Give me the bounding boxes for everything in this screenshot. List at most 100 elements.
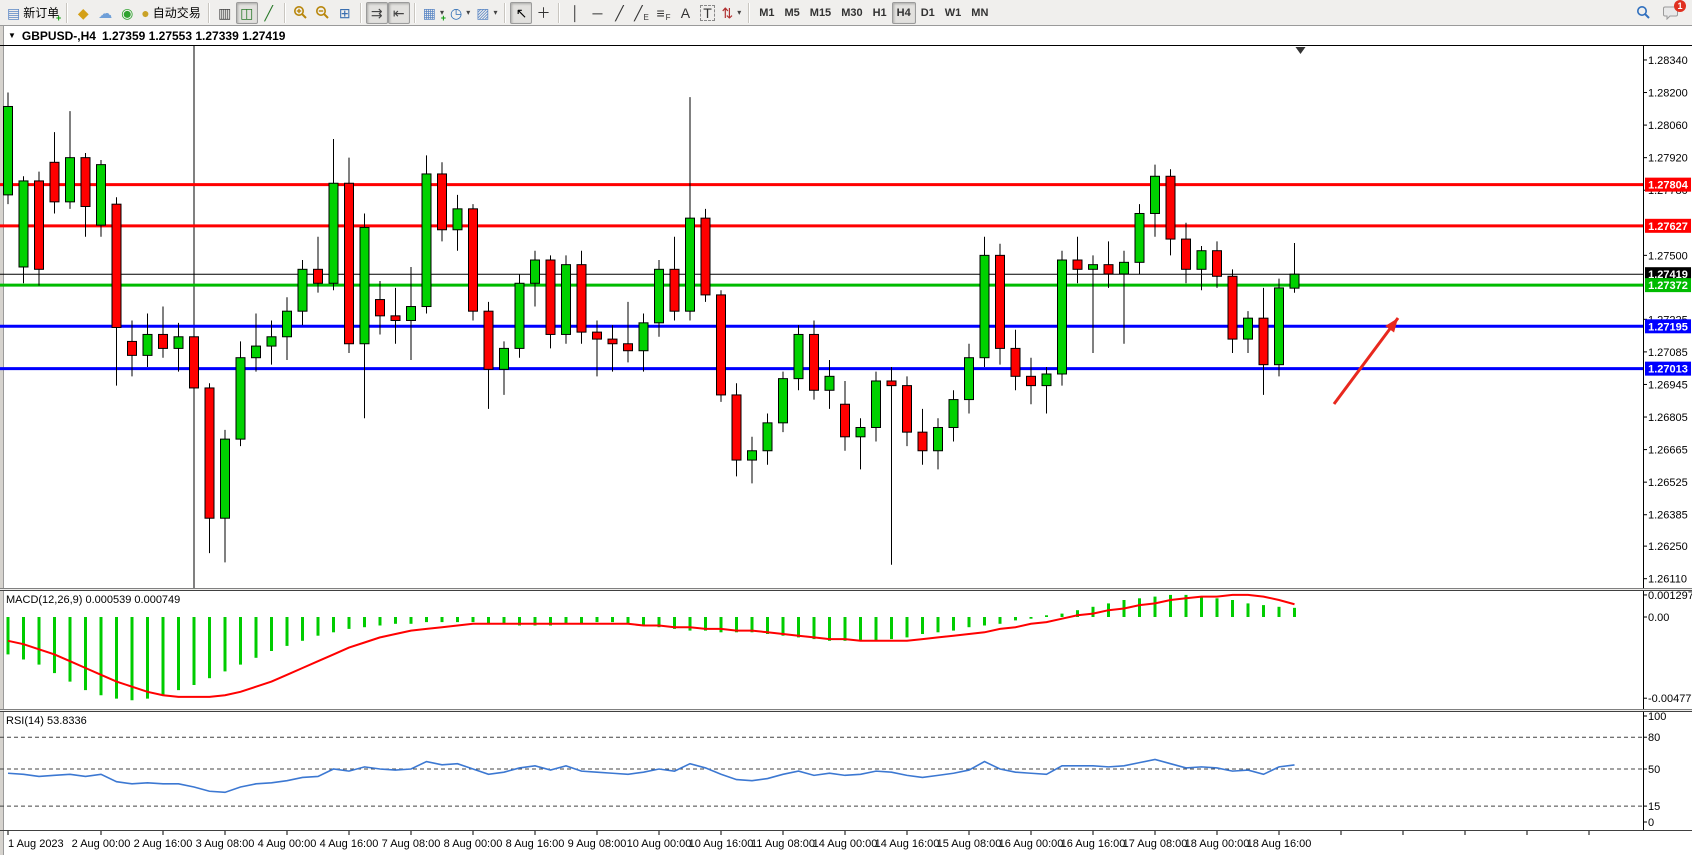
timeframe-button-d1[interactable]: D1 (916, 2, 940, 24)
candle-body (1135, 213, 1144, 262)
trendline-icon[interactable]: ╱ (608, 2, 630, 24)
horizontal-line-icon[interactable]: ─ (586, 2, 608, 24)
candle-body (794, 334, 803, 378)
signals-icon: ◉ (121, 6, 133, 20)
candlestick-chart-icon[interactable]: ◫ (236, 2, 258, 24)
timeframe-button-m15[interactable]: M15 (805, 2, 836, 24)
time-axis-label: 14 Aug 16:00 (875, 838, 940, 850)
candle-body (577, 265, 586, 332)
timeframe-button-mn[interactable]: MN (966, 2, 993, 24)
zoom-out-icon[interactable] (312, 2, 334, 24)
symbol-dropdown-icon[interactable]: ▼ (8, 31, 16, 40)
timeframe-button-h4[interactable]: H4 (892, 2, 916, 24)
candle-body (35, 181, 44, 269)
new-order-icon[interactable]: ▤+新订单 (4, 2, 62, 24)
vertical-line-icon[interactable]: │ (564, 2, 586, 24)
candle-body (841, 404, 850, 437)
candle-body (608, 339, 617, 344)
chart-shift-icon[interactable]: ⇤ (388, 2, 410, 24)
candle-body (66, 158, 75, 202)
arrows-icon[interactable]: ⇅▾ (718, 2, 744, 24)
candle-body (484, 311, 493, 369)
candle-body (97, 165, 106, 225)
chart-background (0, 26, 1692, 855)
candle-body (469, 209, 478, 311)
timeframe-button-m5[interactable]: M5 (780, 2, 805, 24)
candle-body (1089, 265, 1098, 270)
macd-axis-label: 0.001297 (1648, 590, 1692, 602)
candle-body (872, 381, 881, 428)
candle-body (1151, 176, 1160, 213)
time-axis-label: 2 Aug 00:00 (72, 838, 131, 850)
equidistant-channel-icon: ╱ (634, 6, 642, 20)
auto-trading-icon[interactable]: ●自动交易 (138, 2, 203, 24)
zoom-in-icon[interactable] (290, 2, 312, 24)
tile-windows-icon[interactable]: ⊞ (334, 2, 356, 24)
timeframe-button-h1[interactable]: H1 (868, 2, 892, 24)
publisher-icon[interactable]: ◆ (72, 2, 94, 24)
candle-body (345, 183, 354, 344)
toolbar-separator (66, 3, 68, 23)
text-icon[interactable]: A (674, 2, 696, 24)
price-badge-label: 1.27627 (1648, 221, 1688, 233)
candle-body (190, 337, 199, 388)
fibonacci-icon[interactable]: ≡F (652, 2, 674, 24)
auto-scroll-icon[interactable]: ⇉ (366, 2, 388, 24)
periods-icon[interactable]: ◷▾ (447, 2, 473, 24)
macd-indicator-label: MACD(12,26,9) 0.000539 0.000749 (6, 594, 180, 606)
crosshair-icon: ＋ (536, 6, 550, 20)
label-icon[interactable]: T (696, 2, 718, 24)
candle-body (4, 106, 13, 194)
chart-title-row: ▼ GBPUSD-,H4 1.27359 1.27553 1.27339 1.2… (4, 26, 285, 45)
trendline-icon: ╱ (615, 6, 623, 20)
time-axis-label: 14 Aug 00:00 (813, 838, 878, 850)
candle-body (360, 227, 369, 343)
search-icon[interactable] (1632, 2, 1654, 24)
candlestick-chart-icon: ◫ (240, 6, 253, 20)
publisher-icon: ◆ (78, 6, 89, 20)
rsi-axis-label: 100 (1648, 711, 1666, 723)
notification-icon[interactable]: 1 (1660, 2, 1682, 24)
candle-body (686, 218, 695, 311)
candle-body (903, 386, 912, 433)
candle-body (763, 423, 772, 451)
auto-scroll-icon: ⇉ (371, 6, 383, 20)
candle-body (624, 344, 633, 351)
timeframe-button-m30[interactable]: M30 (836, 2, 867, 24)
candle-body (422, 174, 431, 307)
chart-canvas[interactable]: 1.283401.282001.280601.279201.277801.275… (0, 0, 1692, 855)
price-axis-label: 1.26250 (1648, 541, 1688, 553)
candle-body (1275, 288, 1284, 365)
candle-body (1197, 251, 1206, 270)
candle-body (252, 346, 261, 358)
candle-body (143, 334, 152, 355)
cursor-icon[interactable]: ↖ (510, 2, 532, 24)
crosshair-icon[interactable]: ＋ (532, 2, 554, 24)
templates-icon[interactable]: ▨▾ (473, 2, 500, 24)
time-axis-label: 18 Aug 00:00 (1185, 838, 1250, 850)
candle-body (500, 348, 509, 369)
community-icon[interactable]: ☁ (94, 2, 116, 24)
bar-chart-icon[interactable]: ▥ (214, 2, 236, 24)
equidistant-channel-icon[interactable]: ╱E (630, 2, 652, 24)
signals-icon[interactable]: ◉ (116, 2, 138, 24)
window-left-border (0, 26, 3, 855)
cursor-icon: ↖ (516, 6, 528, 20)
candle-body (655, 269, 664, 323)
timeframe-button-m1[interactable]: M1 (754, 2, 779, 24)
timeframe-button-w1[interactable]: W1 (940, 2, 967, 24)
bar-chart-icon: ▥ (218, 6, 231, 20)
time-axis-label: 1 Aug 2023 (8, 838, 64, 850)
time-axis-label: 4 Aug 00:00 (258, 838, 317, 850)
indicators-icon[interactable]: ▦+▾ (420, 2, 447, 24)
candle-body (19, 181, 28, 267)
candle-body (515, 283, 524, 348)
candle-body (236, 358, 245, 439)
rsi-indicator-label: RSI(14) 53.8336 (6, 715, 87, 727)
candle-body (1228, 276, 1237, 339)
price-axis-label: 1.27920 (1648, 153, 1688, 165)
candle-body (996, 255, 1005, 348)
fibonacci-icon: ≡ (656, 6, 664, 20)
line-chart-icon[interactable]: ╱ (258, 2, 280, 24)
candle-body (205, 388, 214, 518)
